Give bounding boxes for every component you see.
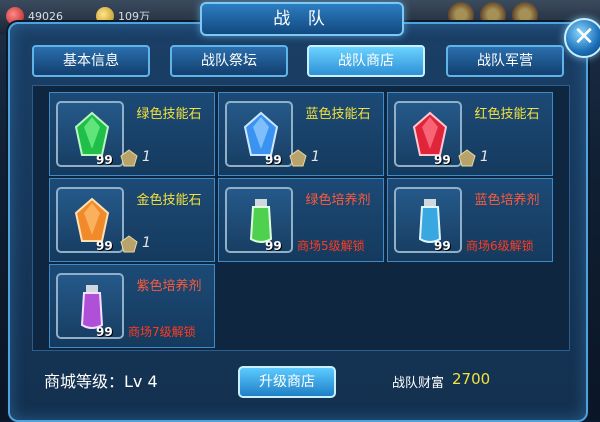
item-slot: 99 — [56, 101, 124, 167]
item-slot: 99 — [394, 101, 462, 167]
medal-icon — [289, 149, 307, 167]
item-slot: 99 — [225, 101, 293, 167]
blue-gem-icon — [243, 111, 279, 156]
resource-energy-value: 49026 — [28, 9, 63, 23]
item-name: 蓝色技能石 — [305, 107, 371, 122]
purple-potion-icon — [80, 285, 104, 329]
team-wealth-label: 战队财富 — [392, 376, 445, 391]
panel-title: 战 队 — [200, 2, 404, 36]
medal-icon — [120, 149, 138, 167]
item-quantity: 99 — [265, 239, 282, 253]
item-quantity: 99 — [434, 239, 451, 253]
item-level: 1 — [480, 149, 489, 165]
tab-altar[interactable]: 战队祭坛 — [170, 45, 288, 77]
upgrade-shop-button[interactable]: 升级商店 — [238, 366, 336, 398]
shop-item-gold-stone[interactable]: 99 金色技能石 1 — [49, 178, 215, 262]
shop-item-blue-potion[interactable]: 99 蓝色培养剂 商场6级解锁 — [387, 178, 553, 262]
item-level: 1 — [142, 149, 151, 165]
item-slot: 99 — [56, 187, 124, 253]
shop-item-purple-potion[interactable]: 99 紫色培养剂 商场7级解锁 — [49, 264, 215, 348]
item-name: 红色技能石 — [474, 107, 540, 122]
red-gem-icon — [412, 111, 448, 156]
unlock-requirement: 商场6级解锁 — [466, 239, 534, 253]
item-quantity: 99 — [434, 153, 451, 167]
item-slot: 99 — [56, 273, 124, 339]
shop-item-blue-stone[interactable]: 99 蓝色技能石 1 — [218, 92, 384, 176]
tab-basic-info[interactable]: 基本信息 — [32, 45, 150, 77]
item-name: 绿色培养剂 — [305, 193, 371, 208]
tab-shop[interactable]: 战队商店 — [307, 45, 425, 77]
item-name: 金色技能石 — [136, 193, 202, 208]
medal-icon — [458, 149, 476, 167]
unlock-requirement: 商场5级解锁 — [297, 239, 365, 253]
shop-item-green-potion[interactable]: 99 绿色培养剂 商场5级解锁 — [218, 178, 384, 262]
blue-potion-icon — [418, 199, 442, 243]
shop-grid: 99 绿色技能石 1 99 蓝色技能石 1 99 红色技能石 1 99 金色技能… — [32, 85, 570, 351]
shop-level-label: 商城等级：Lv 4 — [44, 372, 158, 391]
close-button[interactable]: ✕ — [564, 18, 600, 58]
medal-icon — [120, 235, 138, 253]
shop-item-green-stone[interactable]: 99 绿色技能石 1 — [49, 92, 215, 176]
item-level: 1 — [142, 235, 151, 251]
item-name: 紫色培养剂 — [136, 279, 202, 294]
item-name: 蓝色培养剂 — [474, 193, 540, 208]
item-level: 1 — [311, 149, 320, 165]
unlock-requirement: 商场7级解锁 — [128, 325, 196, 339]
tab-barracks[interactable]: 战队军营 — [446, 45, 564, 77]
item-quantity: 99 — [96, 239, 113, 253]
item-name: 绿色技能石 — [136, 107, 202, 122]
gold-gem-icon — [74, 197, 110, 242]
item-slot: 99 — [394, 187, 462, 253]
shop-item-red-stone[interactable]: 99 红色技能石 1 — [387, 92, 553, 176]
green-potion-icon — [249, 199, 273, 243]
team-wealth-value: 2700 — [452, 370, 491, 388]
green-gem-icon — [74, 111, 110, 156]
item-slot: 99 — [225, 187, 293, 253]
item-quantity: 99 — [96, 153, 113, 167]
item-quantity: 99 — [96, 325, 113, 339]
item-quantity: 99 — [265, 153, 282, 167]
